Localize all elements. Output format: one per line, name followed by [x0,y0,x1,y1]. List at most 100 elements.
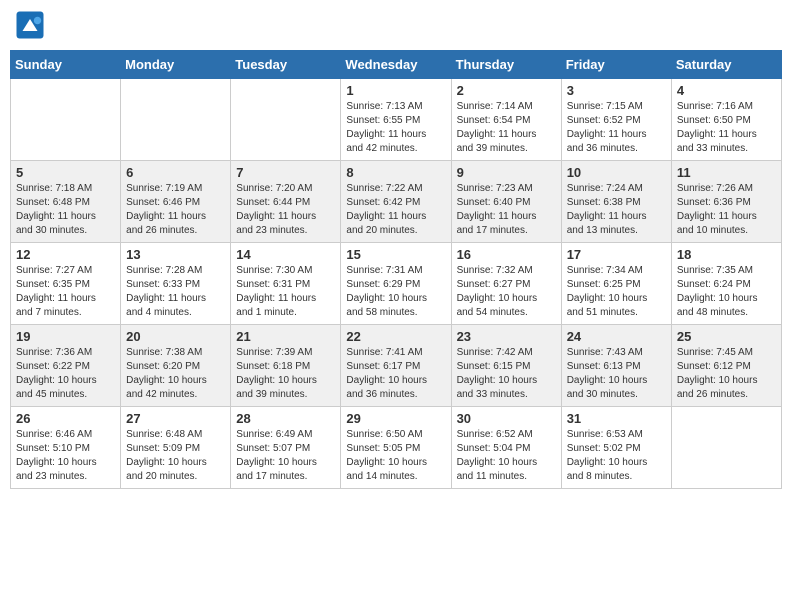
day-number: 27 [126,411,225,426]
day-info: Sunrise: 7:38 AM Sunset: 6:20 PM Dayligh… [126,346,225,402]
day-cell: 27 Sunrise: 6:48 AM Sunset: 5:09 PM Dayli… [121,407,231,489]
day-cell: 20 Sunrise: 7:38 AM Sunset: 6:20 PM Dayli… [121,325,231,407]
day-cell [231,79,341,161]
day-cell: 1 Sunrise: 7:13 AM Sunset: 6:55 PM Daylig… [341,79,451,161]
day-info: Sunrise: 6:52 AM Sunset: 5:04 PM Dayligh… [457,428,556,484]
day-number: 30 [457,411,556,426]
week-row-5: 26Sunrise: 6:46 AM Sunset: 5:10 PM Dayli… [11,407,782,489]
day-number: 6 [126,165,225,180]
day-cell: 19 Sunrise: 7:36 AM Sunset: 6:22 PM Dayli… [11,325,121,407]
day-info: Sunrise: 7:41 AM Sunset: 6:17 PM Dayligh… [346,346,445,402]
day-cell: 30 Sunrise: 6:52 AM Sunset: 5:04 PM Dayli… [451,407,561,489]
day-cell [671,407,781,489]
day-cell: 31Sunrise: 6:53 AM Sunset: 5:02 PM Dayli… [561,407,671,489]
day-number: 20 [126,329,225,344]
day-number: 2 [457,83,556,98]
day-number: 1 [346,83,445,98]
day-cell [121,79,231,161]
day-number: 10 [567,165,666,180]
logo [15,10,49,40]
logo-icon [15,10,45,40]
day-number: 24 [567,329,666,344]
day-number: 23 [457,329,556,344]
day-info: Sunrise: 7:34 AM Sunset: 6:25 PM Dayligh… [567,264,666,320]
day-info: Sunrise: 7:27 AM Sunset: 6:35 PM Dayligh… [16,264,115,320]
day-info: Sunrise: 7:16 AM Sunset: 6:50 PM Dayligh… [677,100,776,156]
calendar-header: SundayMondayTuesdayWednesdayThursdayFrid… [11,51,782,79]
day-cell: 6 Sunrise: 7:19 AM Sunset: 6:46 PM Daylig… [121,161,231,243]
day-number: 5 [16,165,115,180]
day-number: 3 [567,83,666,98]
day-number: 15 [346,247,445,262]
day-cell: 3 Sunrise: 7:15 AM Sunset: 6:52 PM Daylig… [561,79,671,161]
calendar-table: SundayMondayTuesdayWednesdayThursdayFrid… [10,50,782,489]
day-number: 4 [677,83,776,98]
day-info: Sunrise: 7:20 AM Sunset: 6:44 PM Dayligh… [236,182,335,238]
day-info: Sunrise: 7:26 AM Sunset: 6:36 PM Dayligh… [677,182,776,238]
day-number: 25 [677,329,776,344]
day-number: 26 [16,411,115,426]
day-number: 28 [236,411,335,426]
day-info: Sunrise: 7:19 AM Sunset: 6:46 PM Dayligh… [126,182,225,238]
day-number: 9 [457,165,556,180]
day-number: 8 [346,165,445,180]
day-info: Sunrise: 7:35 AM Sunset: 6:24 PM Dayligh… [677,264,776,320]
day-number: 18 [677,247,776,262]
day-cell: 4 Sunrise: 7:16 AM Sunset: 6:50 PM Daylig… [671,79,781,161]
day-info: Sunrise: 7:32 AM Sunset: 6:27 PM Dayligh… [457,264,556,320]
day-cell: 8Sunrise: 7:22 AM Sunset: 6:42 PM Daylig… [341,161,451,243]
header-cell-wednesday: Wednesday [341,51,451,79]
day-info: Sunrise: 7:24 AM Sunset: 6:38 PM Dayligh… [567,182,666,238]
day-info: Sunrise: 7:36 AM Sunset: 6:22 PM Dayligh… [16,346,115,402]
day-info: Sunrise: 7:15 AM Sunset: 6:52 PM Dayligh… [567,100,666,156]
week-row-2: 5Sunrise: 7:18 AM Sunset: 6:48 PM Daylig… [11,161,782,243]
day-info: Sunrise: 7:13 AM Sunset: 6:55 PM Dayligh… [346,100,445,156]
day-number: 21 [236,329,335,344]
day-info: Sunrise: 6:53 AM Sunset: 5:02 PM Dayligh… [567,428,666,484]
day-cell: 11 Sunrise: 7:26 AM Sunset: 6:36 PM Dayli… [671,161,781,243]
header-row: SundayMondayTuesdayWednesdayThursdayFrid… [11,51,782,79]
header-cell-monday: Monday [121,51,231,79]
day-cell: 2Sunrise: 7:14 AM Sunset: 6:54 PM Daylig… [451,79,561,161]
day-number: 14 [236,247,335,262]
day-info: Sunrise: 7:30 AM Sunset: 6:31 PM Dayligh… [236,264,335,320]
week-row-4: 19 Sunrise: 7:36 AM Sunset: 6:22 PM Dayli… [11,325,782,407]
day-info: Sunrise: 7:23 AM Sunset: 6:40 PM Dayligh… [457,182,556,238]
day-cell: 21 Sunrise: 7:39 AM Sunset: 6:18 PM Dayli… [231,325,341,407]
calendar-body: 1 Sunrise: 7:13 AM Sunset: 6:55 PM Daylig… [11,79,782,489]
week-row-1: 1 Sunrise: 7:13 AM Sunset: 6:55 PM Daylig… [11,79,782,161]
day-cell: 24 Sunrise: 7:43 AM Sunset: 6:13 PM Dayli… [561,325,671,407]
day-cell: 26Sunrise: 6:46 AM Sunset: 5:10 PM Dayli… [11,407,121,489]
day-number: 29 [346,411,445,426]
day-cell: 18 Sunrise: 7:35 AM Sunset: 6:24 PM Dayli… [671,243,781,325]
day-info: Sunrise: 6:48 AM Sunset: 5:09 PM Dayligh… [126,428,225,484]
day-cell: 22 Sunrise: 7:41 AM Sunset: 6:17 PM Dayli… [341,325,451,407]
day-info: Sunrise: 6:50 AM Sunset: 5:05 PM Dayligh… [346,428,445,484]
page-header [10,10,782,40]
day-cell: 29 Sunrise: 6:50 AM Sunset: 5:05 PM Dayli… [341,407,451,489]
day-number: 17 [567,247,666,262]
day-cell: 17 Sunrise: 7:34 AM Sunset: 6:25 PM Dayli… [561,243,671,325]
header-cell-saturday: Saturday [671,51,781,79]
day-number: 19 [16,329,115,344]
day-cell: 16 Sunrise: 7:32 AM Sunset: 6:27 PM Dayli… [451,243,561,325]
day-number: 13 [126,247,225,262]
day-cell: 28 Sunrise: 6:49 AM Sunset: 5:07 PM Dayli… [231,407,341,489]
day-cell: 15 Sunrise: 7:31 AM Sunset: 6:29 PM Dayli… [341,243,451,325]
week-row-3: 12Sunrise: 7:27 AM Sunset: 6:35 PM Dayli… [11,243,782,325]
header-cell-tuesday: Tuesday [231,51,341,79]
day-cell: 7 Sunrise: 7:20 AM Sunset: 6:44 PM Daylig… [231,161,341,243]
day-cell: 23Sunrise: 7:42 AM Sunset: 6:15 PM Dayli… [451,325,561,407]
day-cell: 14 Sunrise: 7:30 AM Sunset: 6:31 PM Dayli… [231,243,341,325]
day-cell: 10 Sunrise: 7:24 AM Sunset: 6:38 PM Dayli… [561,161,671,243]
day-number: 7 [236,165,335,180]
day-info: Sunrise: 6:49 AM Sunset: 5:07 PM Dayligh… [236,428,335,484]
day-number: 22 [346,329,445,344]
header-cell-thursday: Thursday [451,51,561,79]
day-number: 16 [457,247,556,262]
day-cell: 13Sunrise: 7:28 AM Sunset: 6:33 PM Dayli… [121,243,231,325]
day-number: 11 [677,165,776,180]
day-info: Sunrise: 7:39 AM Sunset: 6:18 PM Dayligh… [236,346,335,402]
day-info: Sunrise: 7:43 AM Sunset: 6:13 PM Dayligh… [567,346,666,402]
day-info: Sunrise: 7:31 AM Sunset: 6:29 PM Dayligh… [346,264,445,320]
